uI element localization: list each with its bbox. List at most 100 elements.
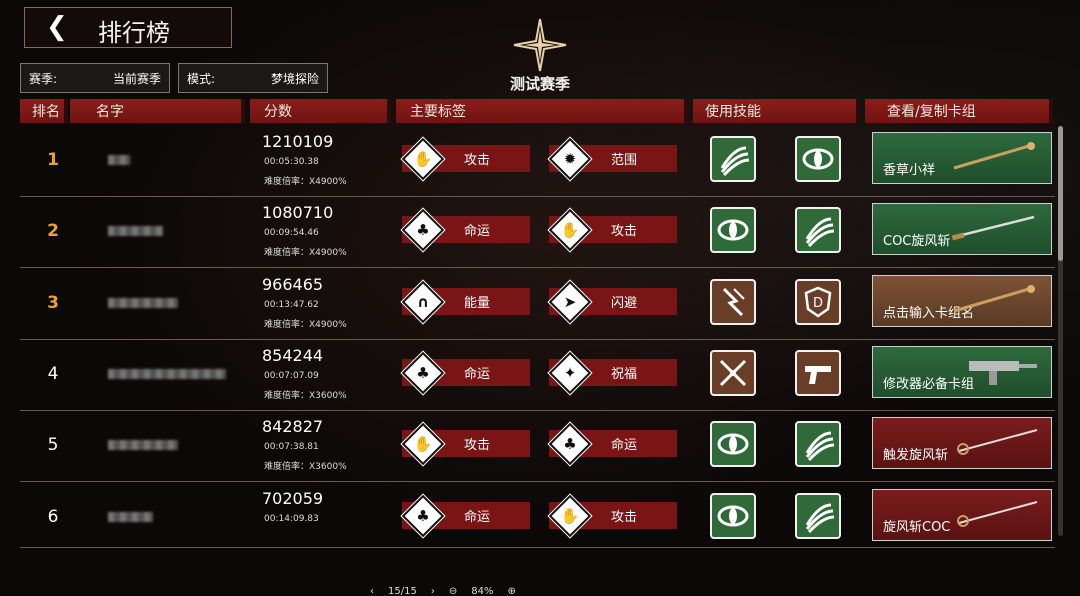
skill-slot-2[interactable] xyxy=(795,492,841,539)
tag-label: 闪避 xyxy=(610,295,637,311)
run-time: 00:05:30.38 xyxy=(264,157,319,167)
table-row[interactable]: 3 966465 00:13:47.62 难度倍率：X4900% 能量 ∩ 闪避… xyxy=(20,269,1055,340)
score-value: 842827 xyxy=(262,417,324,437)
deck-name: COC旋风斩 xyxy=(883,234,951,250)
season-filter-label: 赛季: xyxy=(29,71,58,86)
difficulty-multiplier: 难度倍率：X4900% xyxy=(264,177,347,187)
col-skills-label: 使用技能 xyxy=(705,104,761,120)
season-filter-value: 当前赛季 xyxy=(112,71,161,86)
run-time: 00:14:09.83 xyxy=(264,513,319,524)
chevron-left-icon: ❮ xyxy=(46,12,68,42)
page-title: 排行榜 xyxy=(98,19,170,47)
skill-slot-1[interactable] xyxy=(710,136,756,182)
col-skills: 使用技能 xyxy=(693,99,860,123)
tag-label: 攻击 xyxy=(463,153,490,168)
tag-label: 能量 xyxy=(463,295,490,311)
rank-number: 2 xyxy=(47,221,59,242)
difficulty-multiplier: 难度倍率：X4900% xyxy=(264,248,347,259)
rank-number: 6 xyxy=(47,506,59,527)
run-time: 00:07:07.09 xyxy=(264,370,319,381)
score-value: 854244 xyxy=(262,345,324,365)
skill-slot-1[interactable] xyxy=(710,278,756,325)
eye-icon xyxy=(802,148,834,170)
season-name: 测试赛季 xyxy=(509,75,570,93)
table-row[interactable]: 2 1080710 00:09:54.46 难度倍率：X4900% 命运 ♣ 攻… xyxy=(20,197,1055,269)
eye-icon xyxy=(717,219,749,241)
zoom-level: 84% xyxy=(471,585,494,596)
claw-slash-icon xyxy=(805,217,835,248)
staff-icon xyxy=(953,142,1035,170)
deck-card-button[interactable]: 旋风斩COC xyxy=(872,488,1052,541)
skill-slot-2[interactable] xyxy=(795,207,841,254)
col-name: 名字 xyxy=(70,99,245,123)
eye-icon xyxy=(717,433,749,455)
smg-icon xyxy=(969,360,1037,385)
tag-label: 命运 xyxy=(463,224,490,240)
rapier-icon xyxy=(957,429,1038,456)
deck-name: 触发旋风斩 xyxy=(883,448,949,464)
col-rank: 排名 xyxy=(20,99,68,123)
zoom-in-icon[interactable]: ⊕ xyxy=(507,586,515,596)
prev-page-icon[interactable]: ‹ xyxy=(370,586,374,596)
deck-card-button[interactable]: 触发旋风斩 xyxy=(872,417,1052,470)
shield-d-icon: D xyxy=(804,286,832,318)
skill-slot-1[interactable] xyxy=(710,207,756,254)
tag-label: 命运 xyxy=(463,366,490,382)
rank-number: 5 xyxy=(47,435,59,456)
skill-slot-2[interactable] xyxy=(795,421,841,468)
mode-filter-value: 梦境探险 xyxy=(270,71,319,86)
rank-number: 3 xyxy=(47,292,59,313)
crossed-swords-icon xyxy=(719,359,747,386)
col-name-label: 名字 xyxy=(96,104,124,120)
col-tags-label: 主要标签 xyxy=(410,104,466,120)
skill-slot-1[interactable] xyxy=(710,421,756,468)
tag-label: 命运 xyxy=(463,509,490,525)
skill-slot-1[interactable] xyxy=(710,349,756,396)
player-name-blurred xyxy=(108,511,153,522)
table-row[interactable]: 1 1210109 00:05:30.38 难度倍率：X4900% 攻击 ✋ 范… xyxy=(20,126,1055,197)
rapier-icon xyxy=(957,500,1038,527)
back-button[interactable]: ❮ xyxy=(46,14,68,40)
deck-card-button[interactable]: 香草小祥 xyxy=(872,132,1052,184)
deck-card-button[interactable]: COC旋风斩 xyxy=(872,203,1052,256)
lightning-claw-icon xyxy=(722,287,745,316)
run-time: 00:09:54.46 xyxy=(264,228,319,239)
col-deck: 查看/复制卡组 xyxy=(865,99,1053,123)
player-name-blurred xyxy=(108,368,226,379)
deck-card-button[interactable]: 点击输入卡组名 xyxy=(872,274,1052,327)
col-score-label: 分数 xyxy=(264,104,292,120)
rank-number: 1 xyxy=(47,150,59,170)
svg-text:D: D xyxy=(813,296,823,311)
player-name-blurred xyxy=(108,297,178,308)
col-deck-label: 查看/复制卡组 xyxy=(887,104,976,120)
zoom-out-icon[interactable]: ⊖ xyxy=(449,586,457,596)
eye-icon xyxy=(717,505,749,526)
tag-label: 祝福 xyxy=(610,366,637,382)
skill-slot-2[interactable] xyxy=(795,349,841,396)
skill-slot-2[interactable] xyxy=(795,136,841,182)
next-page-icon[interactable]: › xyxy=(431,586,435,596)
claw-slash-icon xyxy=(720,146,750,176)
skill-slot-1[interactable] xyxy=(710,492,756,539)
difficulty-multiplier: 难度倍率：X3600% xyxy=(264,390,347,401)
page-indicator: 15/15 xyxy=(388,585,417,596)
claw-slash-icon xyxy=(805,503,835,533)
scrollbar-thumb[interactable] xyxy=(1058,126,1063,261)
season-filter[interactable]: 赛季: 当前赛季 xyxy=(20,63,170,93)
deck-name: 旋风斩COC xyxy=(883,519,951,535)
skill-slot-2[interactable]: D xyxy=(795,278,841,325)
deck-name: 香草小祥 xyxy=(883,163,936,178)
mode-filter[interactable]: 模式: 梦境探险 xyxy=(178,63,328,93)
deck-card-button[interactable]: 修改器必备卡组 xyxy=(872,345,1052,398)
table-row[interactable]: 5 842827 00:07:38.81 难度倍率：X3600% 攻击 ✋ 命运… xyxy=(20,411,1055,483)
score-value: 966465 xyxy=(262,274,324,294)
table-row[interactable]: 6 702059 00:14:09.83 命运 ♣ 攻击 ✋ 旋风斩COC xyxy=(20,483,1055,548)
tag-label: 命运 xyxy=(610,438,637,454)
player-name-blurred xyxy=(108,440,178,451)
table-row[interactable]: 4 854244 00:07:07.09 难度倍率：X3600% 命运 ♣ 祝福… xyxy=(20,340,1055,411)
tag-label: 攻击 xyxy=(610,224,637,240)
tag-label: 攻击 xyxy=(463,438,490,454)
viewer-toolbar: ‹ 15/15 › ⊖ 84% ⊕ xyxy=(370,586,710,596)
score-value: 1080710 xyxy=(262,203,334,223)
sword-icon xyxy=(951,216,1035,241)
